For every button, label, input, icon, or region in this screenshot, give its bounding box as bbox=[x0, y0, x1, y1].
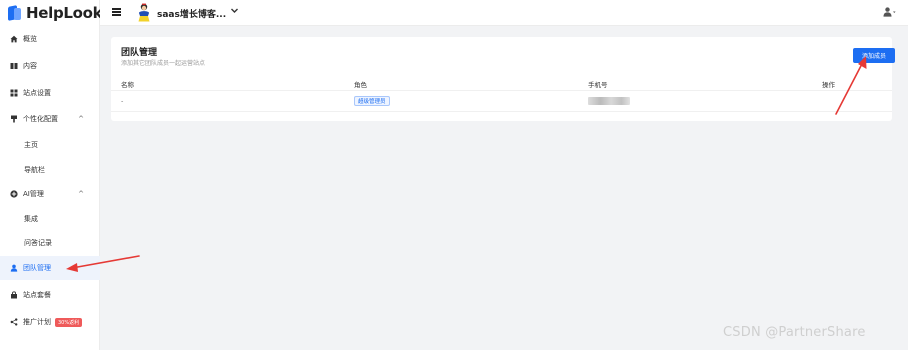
page-subtitle: 添加其它团队成员一起运营站点 bbox=[121, 60, 206, 67]
sidebar-item-personalization[interactable]: 个性化配置 ^ bbox=[0, 107, 100, 131]
sidebar-item-label: 推广计划 bbox=[23, 318, 51, 326]
page-title: 团队管理 bbox=[121, 48, 158, 58]
site-name[interactable]: saas增长博客... bbox=[157, 7, 226, 20]
promo-badge: 30%返利 bbox=[55, 317, 83, 327]
column-header-phone: 手机号 bbox=[588, 81, 608, 89]
chevron-up-icon: ^ bbox=[78, 190, 84, 198]
sidebar-item-qa-records[interactable]: 问答记录 bbox=[0, 231, 100, 255]
home-icon bbox=[9, 35, 18, 44]
chevron-up-icon: ^ bbox=[78, 115, 84, 123]
sidebar-item-label: 内容 bbox=[23, 62, 37, 70]
menu-toggle-icon[interactable] bbox=[112, 8, 121, 16]
share-icon bbox=[9, 318, 18, 327]
column-header-role: 角色 bbox=[354, 81, 367, 89]
team-management-card: 团队管理 添加其它团队成员一起运营站点 添加成员 名称 角色 手机号 操作 - … bbox=[111, 37, 895, 121]
sidebar-item-site-settings[interactable]: 站点设置 bbox=[0, 81, 100, 105]
sidebar-item-promotion[interactable]: 推广计划 30%返利 bbox=[0, 310, 100, 334]
logo-text: HelpLook bbox=[26, 4, 103, 22]
sidebar-item-site-plan[interactable]: 站点套餐 bbox=[0, 283, 100, 307]
sidebar-item-content[interactable]: 内容 bbox=[0, 54, 100, 78]
user-icon bbox=[9, 264, 18, 273]
logo[interactable]: HelpLook bbox=[8, 4, 103, 22]
chevron-down-icon[interactable] bbox=[230, 6, 239, 18]
table-header-divider bbox=[111, 90, 892, 91]
role-badge: 超级管理员 bbox=[354, 96, 390, 106]
sidebar-item-label: 团队管理 bbox=[23, 264, 51, 272]
watermark: CSDN @PartnerShare bbox=[723, 325, 866, 340]
sidebar-item-ai-management[interactable]: AI管理 ^ bbox=[0, 182, 100, 206]
brush-icon bbox=[9, 115, 18, 124]
column-header-name: 名称 bbox=[121, 81, 134, 89]
site-avatar bbox=[136, 3, 152, 22]
helplook-logo-icon bbox=[8, 5, 22, 21]
sidebar-item-label: 个性化配置 bbox=[23, 115, 58, 123]
sidebar-item-homepage[interactable]: 主页 bbox=[0, 133, 100, 157]
sidebar: HelpLook 概览 内容 站点设置 个性化配置 ^ 主页 导航栏 AI管理 … bbox=[0, 0, 103, 350]
sidebar-item-label: 导航栏 bbox=[24, 166, 45, 174]
phone-redacted bbox=[588, 97, 630, 105]
column-header-action: 操作 bbox=[822, 81, 835, 89]
sidebar-item-label: 概览 bbox=[23, 35, 37, 43]
sidebar-item-overview[interactable]: 概览 bbox=[0, 27, 100, 51]
sidebar-item-label: 主页 bbox=[24, 141, 38, 149]
bag-icon bbox=[9, 291, 18, 300]
table-row-divider bbox=[111, 111, 892, 112]
sidebar-item-label: 站点套餐 bbox=[23, 291, 51, 299]
sidebar-item-integration[interactable]: 集成 bbox=[0, 207, 100, 231]
add-member-button[interactable]: 添加成员 bbox=[853, 48, 895, 63]
sidebar-item-team-management[interactable]: 团队管理 bbox=[0, 256, 100, 280]
top-header: saas增长博客... bbox=[100, 0, 908, 26]
cell-name: - bbox=[121, 97, 124, 105]
sidebar-item-label: 集成 bbox=[24, 215, 38, 223]
sidebar-item-label: 站点设置 bbox=[23, 89, 51, 97]
sidebar-item-navbar[interactable]: 导航栏 bbox=[0, 158, 100, 182]
sidebar-item-label: 问答记录 bbox=[24, 239, 52, 247]
user-menu-icon[interactable] bbox=[883, 7, 896, 20]
sidebar-item-label: AI管理 bbox=[23, 190, 44, 198]
plus-circle-icon bbox=[9, 190, 18, 199]
book-icon bbox=[9, 62, 18, 71]
grid-icon bbox=[9, 89, 18, 98]
